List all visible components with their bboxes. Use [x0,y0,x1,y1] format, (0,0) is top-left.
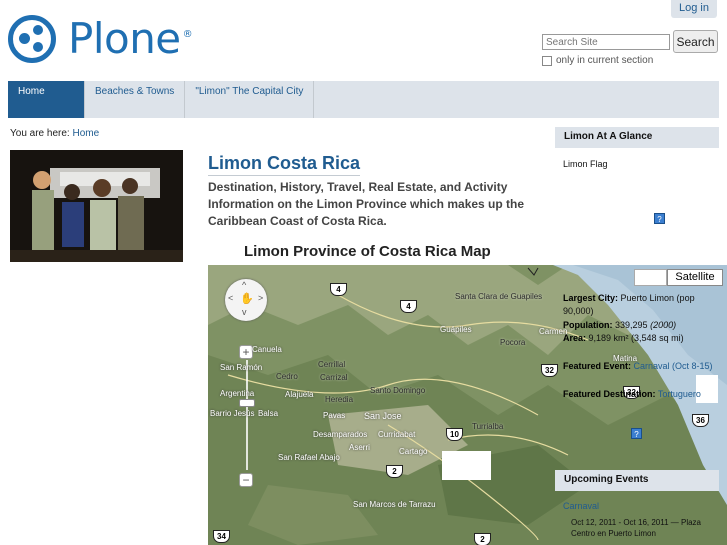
map-place-label: Argentina [220,389,255,398]
map-place-label: Canuela [252,345,282,354]
map-place-label: Cartago [399,447,428,456]
route-shield: 4 [400,300,417,313]
map-place-label: Pavas [323,411,346,420]
route-shield: 34 [213,530,230,543]
nav-tab-beaches-towns[interactable]: Beaches & Towns [85,81,186,118]
map-pan-control[interactable]: ^ < > v ✋ [225,279,267,321]
route-shield: 36 [692,414,709,427]
route-shield: 2 [386,465,403,478]
population-info: Population: 339,295 (2000) [563,320,677,330]
page-title: Limon Costa Rica [208,153,361,176]
largest-city-info: Largest City: Puerto Limon (pop 90,000) [563,293,695,316]
only-current-section-checkbox[interactable] [542,55,552,66]
map-place-label: Desamparados [313,430,368,439]
nav-tab-home[interactable]: Home [8,81,85,118]
map-place-label: San Ramón [220,363,263,372]
breadcrumb-prefix: You are here: [10,128,70,139]
search-input[interactable] [542,34,670,50]
map-place-label: Cerrillal [318,360,346,369]
pan-left-icon: < [228,293,234,303]
nav-tab-limon-capital-city[interactable]: "Limon" The Capital City [185,81,315,118]
map-place-label: Cedro [276,372,298,381]
limon-flag-label: Limon Flag [563,159,608,169]
map-place-label: Santa Clara de Guapiles [455,292,543,301]
login-link[interactable]: Log in [671,0,717,18]
plone-logo-icon [8,15,56,63]
event-title-link[interactable]: Carnaval [563,501,599,511]
map-place-label: Heredia [325,395,354,404]
route-shield: 10 [446,428,463,441]
pan-up-icon: ^ [242,280,247,290]
missing-image-icon: ? [631,428,642,439]
map-place-label: Santo Domingo [370,386,426,395]
event-date: Oct 12, 2011 - Oct 16, 2011 — Plaza Cent… [571,518,701,538]
map-place-label: Carrizal [320,373,348,382]
global-nav: Home Beaches & Towns "Limon" The Capital… [8,81,719,118]
search-button[interactable]: Search [673,30,718,53]
map-heading: Limon Province of Costa Rica Map [244,243,491,260]
map-place-label: Aserri [349,443,370,452]
group-photo [10,150,183,262]
featured-event-link[interactable]: Carnaval (Oct 8-15) [634,361,713,371]
map-place-label: Alajuela [285,390,314,399]
area-info: Area: 9,189 km² (3,548 sq mi) [563,333,684,343]
map-place-label: Guápiles [440,325,472,334]
map-place-label: Curridabat [378,430,416,439]
plone-logo[interactable]: Plone ® [8,14,193,63]
map-place-label: Balsa [258,409,279,418]
event-item[interactable]: Carnaval [563,500,719,513]
zoom-in-button[interactable]: + [239,345,253,359]
featured-event-info: Featured Event: Carnaval (Oct 8-15) [563,361,713,371]
breadcrumb: You are here: Home [10,128,99,139]
page-description: Destination, History, Travel, Real Estat… [208,180,525,228]
pan-right-icon: > [258,293,264,303]
zoom-out-button[interactable]: − [239,473,253,487]
map-place-label: Turrialba [472,422,504,431]
route-shield: 32 [541,364,558,377]
breadcrumb-home-link[interactable]: Home [72,128,99,139]
featured-destination-link[interactable]: Tortuguero [658,389,701,399]
only-current-section-label: only in current section [556,55,654,66]
plone-wordmark: Plone ® [68,14,193,63]
route-shield: 2 [474,533,491,545]
map-place-label: San Jose [364,411,402,421]
map-place-label: San Marcos de Tarrazu [353,500,436,509]
featured-destination-info: Featured Destination: Tortuguero [563,389,701,399]
missing-image-icon: ? [654,213,665,224]
map-place-label: San Rafael Abajo [278,453,340,462]
pan-down-icon: v [242,307,247,317]
zoom-slider-thumb[interactable] [239,399,255,407]
only-current-section-option[interactable]: only in current section [542,55,653,66]
satellite-button[interactable]: Satellite [667,269,723,286]
glance-portlet-header: Limon At A Glance [555,127,719,148]
route-shield: 4 [330,283,347,296]
map-type-button[interactable] [634,269,667,286]
map-place-label: Barrio Jesús [210,409,255,418]
events-portlet-header: Upcoming Events [555,470,719,491]
map-place-label: Pocora [500,338,526,347]
hand-icon: ✋ [240,293,254,305]
